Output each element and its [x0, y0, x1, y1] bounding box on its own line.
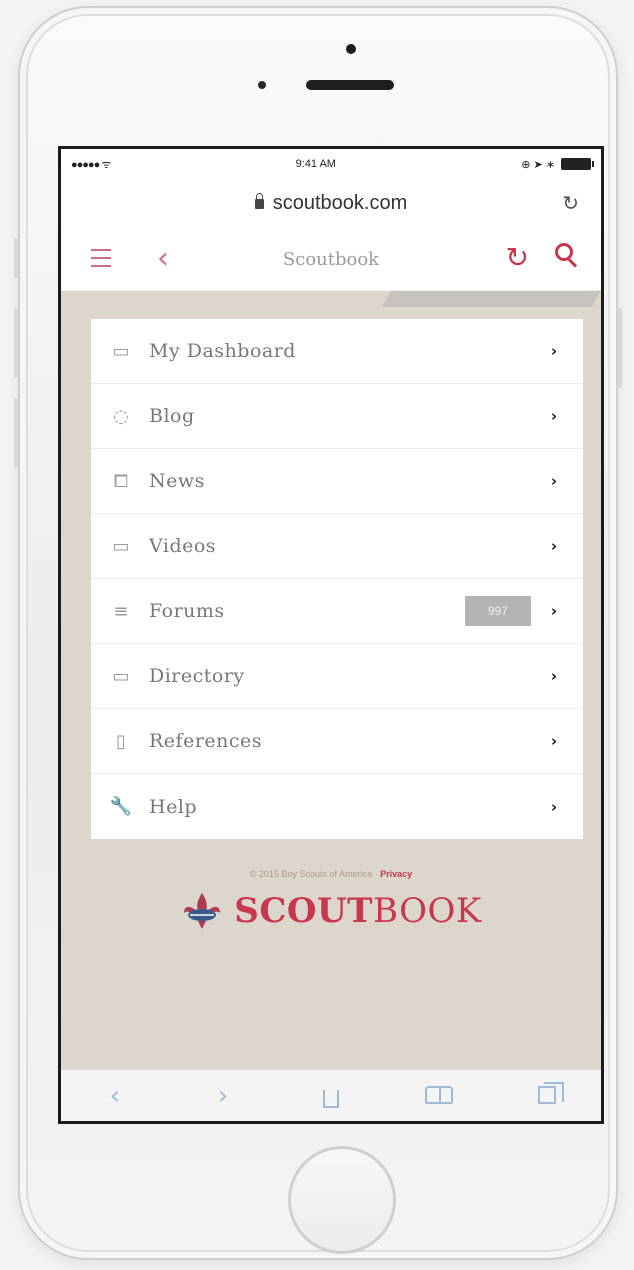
menu-item-label: Directory — [149, 665, 245, 687]
chevron-right-icon: › — [550, 732, 557, 750]
chevron-right-icon: › — [550, 472, 557, 490]
status-time: 9:41 AM — [295, 158, 336, 170]
logo-text-light: BOOK — [372, 891, 482, 931]
menu-item-label: My Dashboard — [149, 340, 296, 362]
menu-item-label: Blog — [149, 405, 195, 427]
phone-screen: ●●●●● ᯤ 9:41 AM ⊕ ➤ ∗ scoutbook.com ↻ ‹ … — [58, 146, 604, 1124]
signal-indicator: ●●●●● ᯤ — [71, 157, 111, 172]
app-header: ‹ Scoutbook ↻ — [61, 227, 601, 291]
menu-item-forums[interactable]: ≡ Forums 997 › — [91, 579, 583, 644]
chevron-right-icon: › — [550, 537, 557, 555]
menu-item-references[interactable]: ▯ References › — [91, 709, 583, 774]
volume-up-button — [14, 308, 18, 378]
tabs-icon[interactable] — [527, 1081, 567, 1111]
menu-item-news[interactable]: ⧠ News › — [91, 449, 583, 514]
calendar-icon: ▭ — [112, 340, 130, 362]
scoutbook-logo: SCOUTBOOK — [61, 891, 601, 931]
video-camera-icon: ▭ — [112, 535, 130, 557]
sync-icon[interactable]: ↻ — [506, 241, 529, 274]
wrench-icon: 🔧 — [109, 796, 133, 817]
browser-toolbar: ‹ › — [61, 1069, 601, 1121]
chat-bubble-icon: ◌ — [113, 405, 129, 427]
earpiece-speaker — [306, 80, 394, 90]
chevron-right-icon: › — [550, 602, 557, 620]
search-icon[interactable] — [555, 241, 579, 271]
browser-forward-icon[interactable]: › — [203, 1081, 243, 1111]
proximity-sensor — [258, 81, 266, 89]
document-icon: ▯ — [116, 730, 126, 752]
menu-item-label: Forums — [149, 600, 225, 622]
copyright-text: © 2015 Boy Scouts of America · — [249, 869, 378, 879]
url-text: scoutbook.com — [272, 191, 408, 214]
chevron-right-icon: › — [550, 407, 557, 425]
lock-icon — [254, 193, 264, 209]
menu-item-directory[interactable]: ▭ Directory › — [91, 644, 583, 709]
footer-copyright: © 2015 Boy Scouts of America · Privacy — [61, 869, 601, 879]
fleur-de-lis-emblem-icon — [184, 893, 221, 929]
home-button[interactable] — [288, 1146, 396, 1254]
menu-item-help[interactable]: 🔧 Help › — [91, 774, 583, 839]
logo-wordmark: SCOUTBOOK — [234, 891, 481, 931]
signal-strength-icon: ●●●●● ᯤ — [71, 158, 111, 171]
browser-back-icon[interactable]: ‹ — [95, 1081, 135, 1111]
folder-icon: ▭ — [112, 665, 130, 687]
status-right-icons: ⊕ ➤ ∗ — [521, 158, 594, 171]
chevron-right-icon: › — [550, 667, 557, 685]
address-bar[interactable]: scoutbook.com ↻ — [61, 179, 601, 227]
privacy-link[interactable]: Privacy — [380, 869, 412, 879]
bookmarks-icon[interactable] — [419, 1081, 459, 1111]
chevron-right-icon: › — [550, 797, 557, 816]
main-menu: ▭ My Dashboard › ◌ Blog › ⧠ News › ▭ Vid… — [91, 319, 583, 839]
menu-item-label: Help — [149, 795, 198, 818]
logo-text-bold: SCOUT — [234, 891, 373, 931]
menu-item-blog[interactable]: ◌ Blog › — [91, 384, 583, 449]
menu-page: ▭ My Dashboard › ◌ Blog › ⧠ News › ▭ Vid… — [61, 291, 601, 1093]
front-camera — [346, 44, 356, 54]
unread-count-badge: 997 — [465, 596, 531, 626]
chevron-right-icon: › — [550, 342, 557, 360]
volume-down-button — [14, 398, 18, 468]
status-bar: ●●●●● ᯤ 9:41 AM ⊕ ➤ ∗ — [61, 149, 601, 179]
open-book-icon: ⧠ — [113, 470, 129, 492]
menu-item-label: News — [149, 470, 205, 492]
status-icons: ⊕ ➤ ∗ — [521, 158, 555, 171]
reload-icon[interactable]: ↻ — [562, 191, 579, 216]
menu-item-label: References — [149, 730, 263, 752]
menu-item-my-dashboard[interactable]: ▭ My Dashboard › — [91, 319, 583, 384]
list-lines-icon: ≡ — [113, 600, 129, 622]
decorative-stripe — [381, 291, 601, 307]
menu-item-videos[interactable]: ▭ Videos › — [91, 514, 583, 579]
battery-icon — [560, 158, 594, 170]
mute-switch — [14, 238, 18, 278]
power-button — [618, 308, 622, 388]
share-icon[interactable] — [311, 1081, 351, 1111]
menu-item-label: Videos — [149, 535, 217, 557]
